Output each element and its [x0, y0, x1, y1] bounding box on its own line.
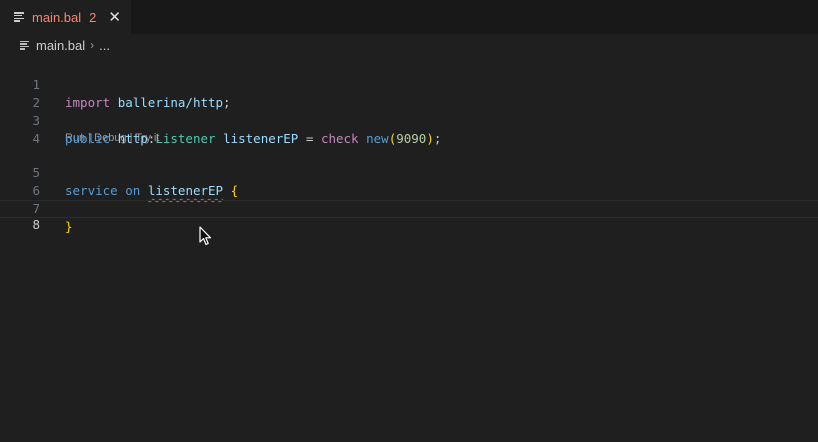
code-line-3[interactable]: 3 public http:Listener listenerEP = chec…: [0, 94, 818, 146]
code-editor[interactable]: 1 import ballerina/http; 2 3 public http…: [0, 58, 818, 234]
breadcrumb: main.bal › ...: [0, 34, 818, 56]
code-line-1[interactable]: 1 import ballerina/http;: [0, 58, 818, 110]
tab-label: main.bal: [32, 9, 82, 25]
breadcrumb-file[interactable]: main.bal: [36, 38, 85, 53]
mouse-pointer-icon: [199, 226, 212, 246]
code-line-5[interactable]: 5 service on listenerEP {: [0, 146, 818, 198]
tab-bar: main.bal 2 ✕: [0, 0, 818, 34]
code-line-2[interactable]: 2: [0, 76, 818, 110]
keyword: check: [320, 131, 359, 146]
variable-name: listenerEP: [223, 131, 299, 146]
brace: }: [65, 219, 73, 234]
chevron-right-icon: ›: [90, 38, 95, 52]
number-literal: 9090: [396, 131, 427, 146]
code-line-7[interactable]: 7 }: [0, 182, 818, 234]
problem-count-badge: 2: [89, 9, 97, 25]
code-line-4[interactable]: 4: [0, 112, 818, 146]
semicolon: ;: [433, 131, 442, 146]
line-number: 8: [32, 217, 40, 232]
breadcrumb-symbol[interactable]: ...: [99, 38, 110, 53]
line-content[interactable]: }: [65, 218, 73, 236]
keyword: public: [65, 131, 111, 146]
operator: =: [305, 131, 314, 146]
type-name: Listener: [155, 131, 216, 146]
tab-main-bal[interactable]: main.bal 2 ✕: [0, 0, 131, 34]
keyword: new: [366, 131, 389, 146]
file-lines-icon: [20, 40, 31, 51]
paren: ): [426, 131, 434, 146]
code-line-6[interactable]: 6: [0, 164, 818, 198]
file-lines-icon: [14, 11, 26, 23]
close-icon[interactable]: ✕: [108, 10, 121, 25]
editor-window: main.bal 2 ✕ main.bal › ... 1 import bal…: [0, 0, 818, 442]
module-prefix: http: [117, 131, 148, 146]
code-line-8[interactable]: 8: [0, 200, 818, 232]
